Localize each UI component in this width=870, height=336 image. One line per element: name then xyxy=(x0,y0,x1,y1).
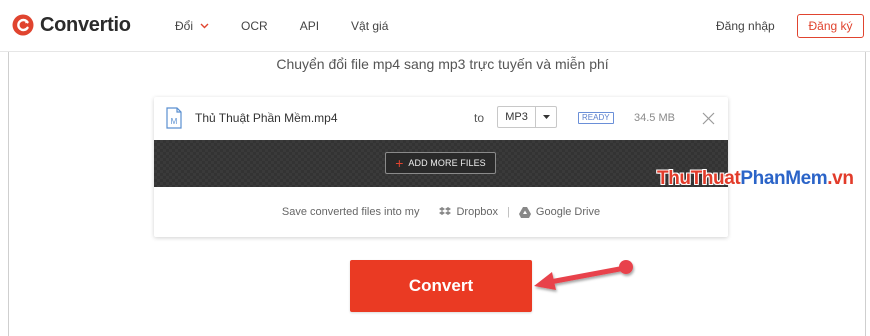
arrow-annotation-icon xyxy=(534,260,633,290)
chevron-down-icon xyxy=(200,23,209,29)
caret-down-icon xyxy=(536,115,556,119)
nav-item-ocr[interactable]: OCR xyxy=(241,19,268,33)
dropbox-label: Dropbox xyxy=(456,206,499,218)
plus-icon: + xyxy=(395,155,404,171)
file-name: Thủ Thuật Phần Mềm.mp4 xyxy=(195,111,338,125)
watermark-part-1: ThuThuat xyxy=(657,168,741,189)
signup-button[interactable]: Đăng ký xyxy=(797,14,864,38)
output-format-select[interactable]: MP3 xyxy=(497,106,557,128)
convert-button[interactable]: Convert xyxy=(350,260,532,312)
nav-item-label: Đổi xyxy=(175,19,194,33)
nav-item-label: Vật giá xyxy=(351,19,389,33)
nav-item-api[interactable]: API xyxy=(300,19,319,33)
file-icon: M xyxy=(166,107,182,129)
dropbox-icon xyxy=(439,207,452,215)
dropbox-option[interactable]: Dropbox xyxy=(439,206,498,218)
separator: | xyxy=(507,206,510,218)
watermark-part-3: .vn xyxy=(827,168,854,189)
save-destination-row: Save converted files into my Dropbox | G… xyxy=(154,187,728,237)
convertio-logo-icon xyxy=(12,14,34,36)
file-upload-card: M Thủ Thuật Phần Mềm.mp4 to MP3 READY 34… xyxy=(154,97,728,237)
file-row: M Thủ Thuật Phần Mềm.mp4 to MP3 READY 34… xyxy=(154,97,728,140)
add-files-band: + ADD MORE FILES xyxy=(154,140,728,187)
watermark: ThuThuatPhanMem.vn xyxy=(657,168,854,190)
main-nav: Đổi OCR API Vật giá xyxy=(175,19,420,33)
google-drive-icon xyxy=(518,206,531,218)
logo-text: Convertio xyxy=(40,14,131,36)
close-icon[interactable] xyxy=(702,112,715,125)
selected-format: MP3 xyxy=(498,107,536,127)
top-navigation-bar: Convertio Đổi OCR API Vật giá Đăng nhập … xyxy=(0,0,870,52)
page-frame-left xyxy=(8,52,9,336)
file-icon-letter: M xyxy=(171,117,178,126)
logo[interactable]: Convertio xyxy=(12,14,131,36)
nav-item-label: API xyxy=(299,19,320,33)
page-subtitle: Chuyển đổi file mp4 sang mp3 trực tuyến … xyxy=(276,56,609,72)
nav-item-convert[interactable]: Đổi xyxy=(175,19,209,33)
add-more-files-button[interactable]: + ADD MORE FILES xyxy=(385,152,496,174)
page-frame-right xyxy=(865,52,866,336)
google-drive-label: Google Drive xyxy=(535,206,601,218)
nav-item-pricing[interactable]: Vật giá xyxy=(351,19,388,33)
to-label: to xyxy=(474,111,485,125)
watermark-part-2: PhanMem xyxy=(740,168,828,189)
save-label: Save converted files into my xyxy=(281,206,420,218)
google-drive-option[interactable]: Google Drive xyxy=(518,206,601,218)
login-link[interactable]: Đăng nhập xyxy=(716,19,775,33)
status-badge: READY xyxy=(578,112,614,124)
add-more-files-label: ADD MORE FILES xyxy=(408,158,486,168)
file-size: 34.5 MB xyxy=(634,112,675,124)
nav-item-label: OCR xyxy=(241,19,268,33)
